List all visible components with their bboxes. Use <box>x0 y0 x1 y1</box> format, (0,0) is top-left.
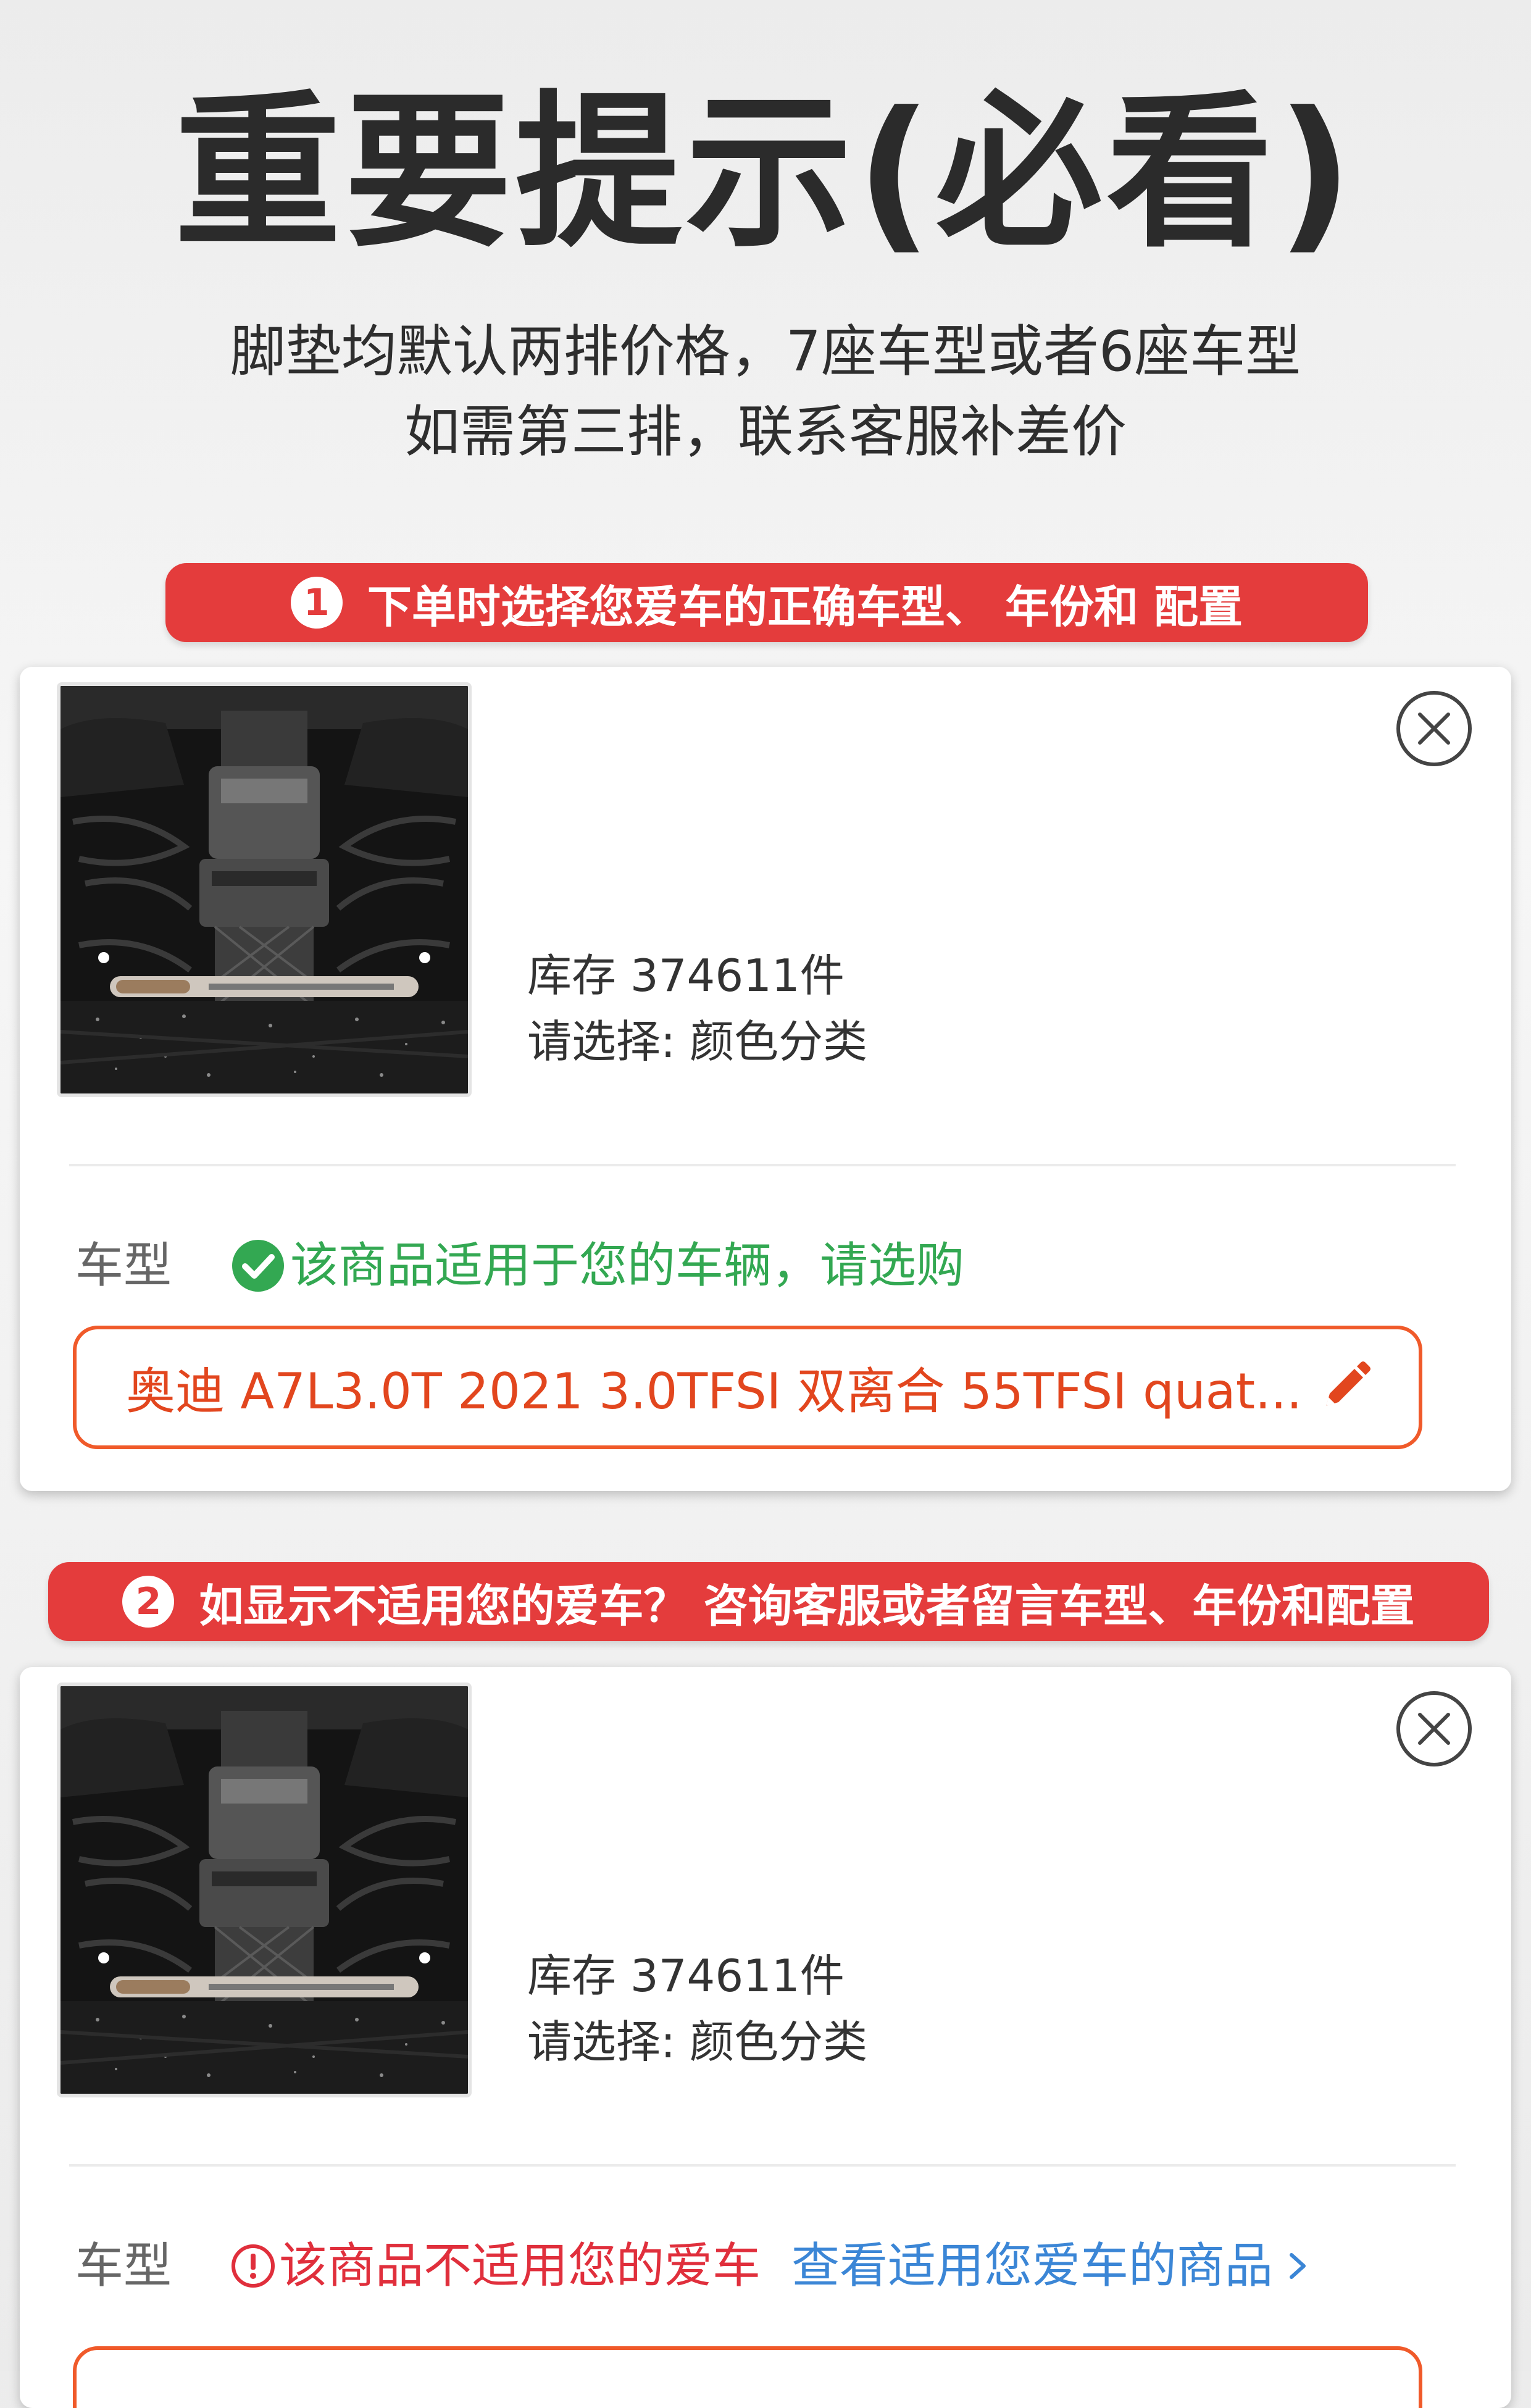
product-card-incompatible: 库存 374611件 请选择: 颜色分类 车型 该商品不适用您的爱车 查看适用您… <box>20 1667 1511 2408</box>
pencil-icon[interactable] <box>1314 1357 1375 1418</box>
divider <box>69 1164 1456 1166</box>
vehicle-model-text: 奥迪 A7L3.0T 2021 3.0TFSI 双离合 55TFSI quat.… <box>126 1363 1303 1420</box>
warning-circle-icon <box>232 2244 275 2288</box>
check-circle-icon <box>232 1240 284 1292</box>
step-2-number: 2 <box>122 1576 175 1628</box>
subtitle-line-2: 如需第三排，联系客服补差价 <box>404 399 1127 464</box>
find-compatible-text: 查看适用您爱车的商品 <box>791 2238 1274 2294</box>
close-icon[interactable] <box>1394 688 1474 769</box>
fit-status-bad: 该商品不适用您的爱车 <box>230 2232 761 2300</box>
vehicle-model-selector[interactable]: 奥迪 A7L3.0T 2021 3.0TFSI 双离合 55TFSI quat.… <box>73 1326 1422 1449</box>
find-compatible-link[interactable]: 查看适用您爱车的商品 <box>791 2232 1316 2300</box>
option-select[interactable]: 请选择: 颜色分类 <box>527 1011 867 1072</box>
option-select[interactable]: 请选择: 颜色分类 <box>527 2011 867 2073</box>
chevron-right-icon <box>1290 2253 1306 2279</box>
page-title: 重要提示(必看) <box>174 75 1357 270</box>
step-1-number: 1 <box>290 577 343 629</box>
vehicle-type-label: 车型 <box>75 2238 172 2294</box>
step-2-banner: 2 如显示不适用您的爱车？ 咨询客服或者留言车型、年份和配置 <box>48 1562 1489 1641</box>
stock-count: 库存 374611件 <box>527 950 845 1001</box>
step-2-text: 如显示不适用您的爱车？ 咨询客服或者留言车型、年份和配置 <box>199 1579 1415 1632</box>
vehicle-model-selector[interactable] <box>73 2346 1422 2408</box>
fit-status-text: 该商品适用于您的车辆，请选购 <box>290 1238 965 1294</box>
product-thumbnail <box>57 1683 472 2097</box>
close-icon[interactable] <box>1394 1689 1474 1769</box>
step-1-banner: 1 下单时选择您爱车的正确车型、 年份和 配置 <box>165 563 1368 642</box>
product-thumbnail <box>57 682 472 1097</box>
vehicle-type-label: 车型 <box>75 1238 172 1294</box>
subtitle-line-1: 脚垫均默认两排价格，7座车型或者6座车型 <box>230 319 1301 384</box>
floor-mat-image <box>60 1686 468 2094</box>
fit-status-ok: 该商品适用于您的车辆，请选购 <box>230 1232 964 1300</box>
stock-count: 库存 374611件 <box>527 1950 845 2002</box>
step-1-text: 下单时选择您爱车的正确车型、 年份和 配置 <box>367 580 1243 633</box>
product-card-compatible: 库存 374611件 请选择: 颜色分类 车型 该商品适用于您的车辆，请选购 奥… <box>20 667 1511 1491</box>
divider <box>69 2164 1456 2167</box>
floor-mat-image <box>60 686 468 1093</box>
fit-status-text: 该商品不适用您的爱车 <box>279 2238 761 2294</box>
